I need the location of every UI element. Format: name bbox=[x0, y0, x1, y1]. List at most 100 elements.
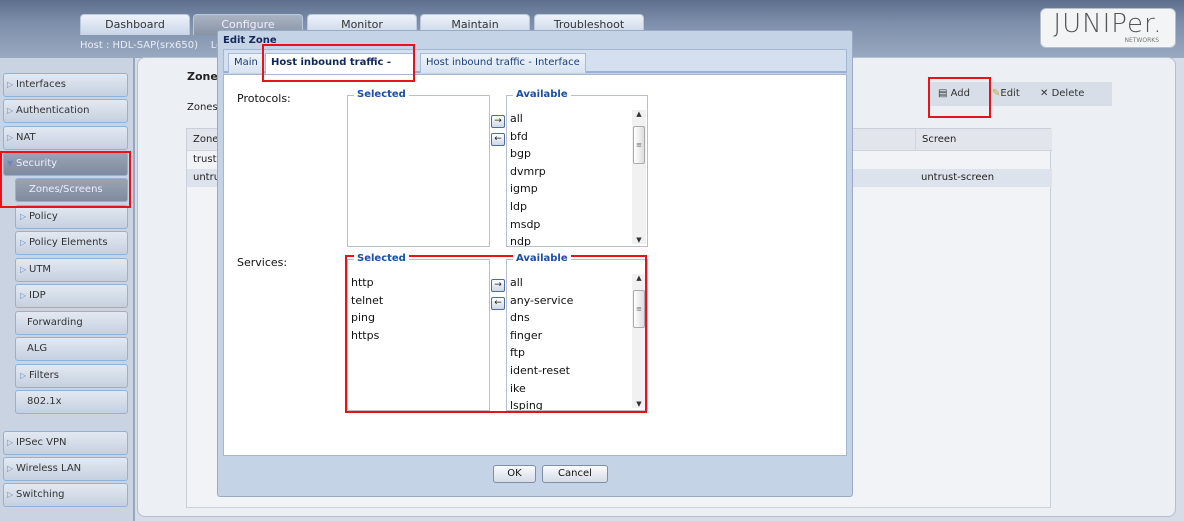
expand-arrow-icon: ▷ bbox=[7, 464, 14, 473]
list-item[interactable]: ike bbox=[510, 380, 526, 398]
host-name: Host : HDL-SAP(srx650) bbox=[80, 40, 198, 51]
sidebar-item-filters[interactable]: ▷ Filters bbox=[15, 364, 128, 388]
scrollbar[interactable]: ▲ ≡ ▼ bbox=[632, 110, 646, 244]
protocols-add-arrow-icon[interactable]: → bbox=[491, 115, 505, 128]
ok-button[interactable]: OK bbox=[493, 465, 536, 483]
sidebar-item-label: NAT bbox=[16, 132, 36, 143]
list-item[interactable]: ping bbox=[351, 309, 375, 327]
list-item[interactable]: dns bbox=[510, 309, 530, 327]
sidebar-item-label: Wireless LAN bbox=[16, 463, 82, 474]
sidebar-item-label: Interfaces bbox=[16, 79, 66, 90]
list-item[interactable]: ident-reset bbox=[510, 362, 570, 380]
scrollbar[interactable]: ▲ ≡ ▼ bbox=[632, 274, 646, 408]
expanded-arrow-icon: ▼ bbox=[7, 159, 14, 168]
sidebar-item-label: ALG bbox=[27, 343, 48, 354]
sidebar-item-label: Authentication bbox=[16, 105, 90, 116]
sidebar-item-label: Zones/Screens bbox=[29, 184, 103, 195]
list-item[interactable]: ftp bbox=[510, 344, 525, 362]
sidebar-item-802-1x[interactable]: 802.1x bbox=[15, 390, 128, 414]
juniper-logo: JUNIPer. NETWORKS bbox=[1040, 8, 1176, 48]
sidebar-item-alg[interactable]: ALG bbox=[15, 337, 128, 361]
expand-arrow-icon: ▷ bbox=[7, 80, 14, 89]
list-item[interactable]: all bbox=[510, 274, 523, 292]
protocols-label: Protocols: bbox=[237, 92, 291, 105]
expand-arrow-icon: ▷ bbox=[20, 238, 27, 247]
sidebar-item-wireless-lan[interactable]: ▷ Wireless LAN bbox=[3, 457, 128, 481]
expand-arrow-icon: ▷ bbox=[7, 438, 14, 447]
sidebar-item-label: UTM bbox=[29, 264, 52, 275]
services-selected-title: Selected bbox=[354, 253, 409, 265]
sidebar-item-security[interactable]: ▼ Security bbox=[3, 152, 128, 176]
toolbar: ▤ Add ✎Edit ✕ Delete bbox=[930, 82, 1112, 106]
list-item[interactable]: all bbox=[510, 110, 523, 128]
edit-zone-dialog: Edit Zone Main Host inbound traffic - Zo… bbox=[217, 30, 853, 497]
zone-cell: untru bbox=[193, 172, 221, 183]
sidebar-item-switching[interactable]: ▷ Switching bbox=[3, 483, 128, 507]
services-selected-list[interactable]: Selected http telnet ping https bbox=[347, 253, 490, 411]
list-item[interactable]: ndp bbox=[510, 233, 531, 246]
list-item[interactable]: http bbox=[351, 274, 374, 292]
expand-arrow-icon: ▷ bbox=[7, 133, 14, 142]
list-item[interactable]: https bbox=[351, 327, 379, 345]
dialog-body: Protocols: Selected → ← Available all bfd… bbox=[223, 74, 847, 456]
sidebar-item-nat[interactable]: ▷ NAT bbox=[3, 126, 128, 150]
delete-label: Delete bbox=[1051, 88, 1085, 99]
services-available-title: Available bbox=[513, 253, 571, 265]
cancel-button[interactable]: Cancel bbox=[542, 465, 608, 483]
services-available-list[interactable]: Available all any-service dns finger ftp iden… bbox=[506, 253, 648, 411]
list-item[interactable]: finger bbox=[510, 327, 542, 345]
zone-cell: trust bbox=[193, 154, 217, 165]
edit-button[interactable]: ✎Edit bbox=[992, 82, 1020, 106]
list-item[interactable]: lsping bbox=[510, 397, 543, 410]
expand-arrow-icon: ▷ bbox=[20, 265, 27, 274]
expand-arrow-icon: ▷ bbox=[20, 212, 27, 221]
protocols-selected-title: Selected bbox=[354, 89, 409, 101]
sidebar-item-ipsec-vpn[interactable]: ▷ IPSec VPN bbox=[3, 431, 128, 455]
logo-text: JUNIPer. bbox=[1053, 9, 1163, 39]
list-item[interactable]: dvmrp bbox=[510, 163, 546, 181]
sidebar-item-policy-elements[interactable]: ▷ Policy Elements bbox=[15, 231, 128, 255]
sidebar-item-label: 802.1x bbox=[27, 396, 62, 407]
tab-dashboard[interactable]: Dashboard bbox=[80, 14, 190, 35]
column-header-screen[interactable]: Screen bbox=[915, 129, 1052, 151]
sidebar-item-utm[interactable]: ▷ UTM bbox=[15, 258, 128, 282]
list-item[interactable]: ldp bbox=[510, 198, 527, 216]
sidebar-item-idp[interactable]: ▷ IDP bbox=[15, 284, 128, 308]
sidebar-item-label: Switching bbox=[16, 489, 65, 500]
list-item[interactable]: igmp bbox=[510, 180, 538, 198]
list-item[interactable]: any-service bbox=[510, 292, 573, 310]
sidebar-item-label: Security bbox=[16, 158, 58, 169]
list-item[interactable]: bfd bbox=[510, 128, 528, 146]
protocols-selected-list[interactable]: Selected bbox=[347, 89, 490, 247]
protocols-remove-arrow-icon[interactable]: ← bbox=[491, 133, 505, 146]
list-item[interactable]: msdp bbox=[510, 216, 540, 234]
tab-main[interactable]: Main bbox=[228, 53, 264, 73]
tab-host-inbound-interface[interactable]: Host inbound traffic - Interface bbox=[420, 53, 586, 73]
services-add-arrow-icon[interactable]: → bbox=[491, 279, 505, 292]
sidebar-item-forwarding[interactable]: Forwarding bbox=[15, 311, 128, 335]
sidebar-item-policy[interactable]: ▷ Policy bbox=[15, 205, 128, 229]
sidebar-item-label: Policy Elements bbox=[29, 237, 108, 248]
delete-icon: ✕ bbox=[1040, 88, 1049, 99]
protocols-available-title: Available bbox=[513, 89, 571, 101]
sidebar-item-authentication[interactable]: ▷ Authentication bbox=[3, 99, 128, 123]
expand-arrow-icon: ▷ bbox=[20, 291, 27, 300]
tab-host-inbound-zone[interactable]: Host inbound traffic - Zone bbox=[265, 53, 415, 86]
sidebar-item-label: IDP bbox=[29, 290, 46, 301]
expand-arrow-icon: ▷ bbox=[7, 490, 14, 499]
add-label: Add bbox=[950, 88, 971, 99]
sidebar-item-zones-screens[interactable]: Zones/Screens bbox=[15, 178, 128, 202]
dialog-tabs: Main Host inbound traffic - Zone Host in… bbox=[223, 49, 847, 86]
services-remove-arrow-icon[interactable]: ← bbox=[491, 297, 505, 310]
delete-button[interactable]: ✕ Delete bbox=[1040, 82, 1084, 106]
sidebar-item-label: IPSec VPN bbox=[16, 437, 67, 448]
list-item[interactable]: telnet bbox=[351, 292, 383, 310]
sidebar-item-label: Forwarding bbox=[27, 317, 83, 328]
add-icon: ▤ bbox=[938, 88, 948, 99]
protocols-available-list[interactable]: Available all bfd bgp dvmrp igmp ldp msdp ndp ▲… bbox=[506, 89, 648, 247]
expand-arrow-icon: ▷ bbox=[7, 106, 14, 115]
list-item[interactable]: bgp bbox=[510, 145, 531, 163]
add-button[interactable]: ▤ Add bbox=[938, 82, 970, 106]
sidebar-item-label: Policy bbox=[29, 211, 58, 222]
sidebar-item-interfaces[interactable]: ▷ Interfaces bbox=[3, 73, 128, 97]
